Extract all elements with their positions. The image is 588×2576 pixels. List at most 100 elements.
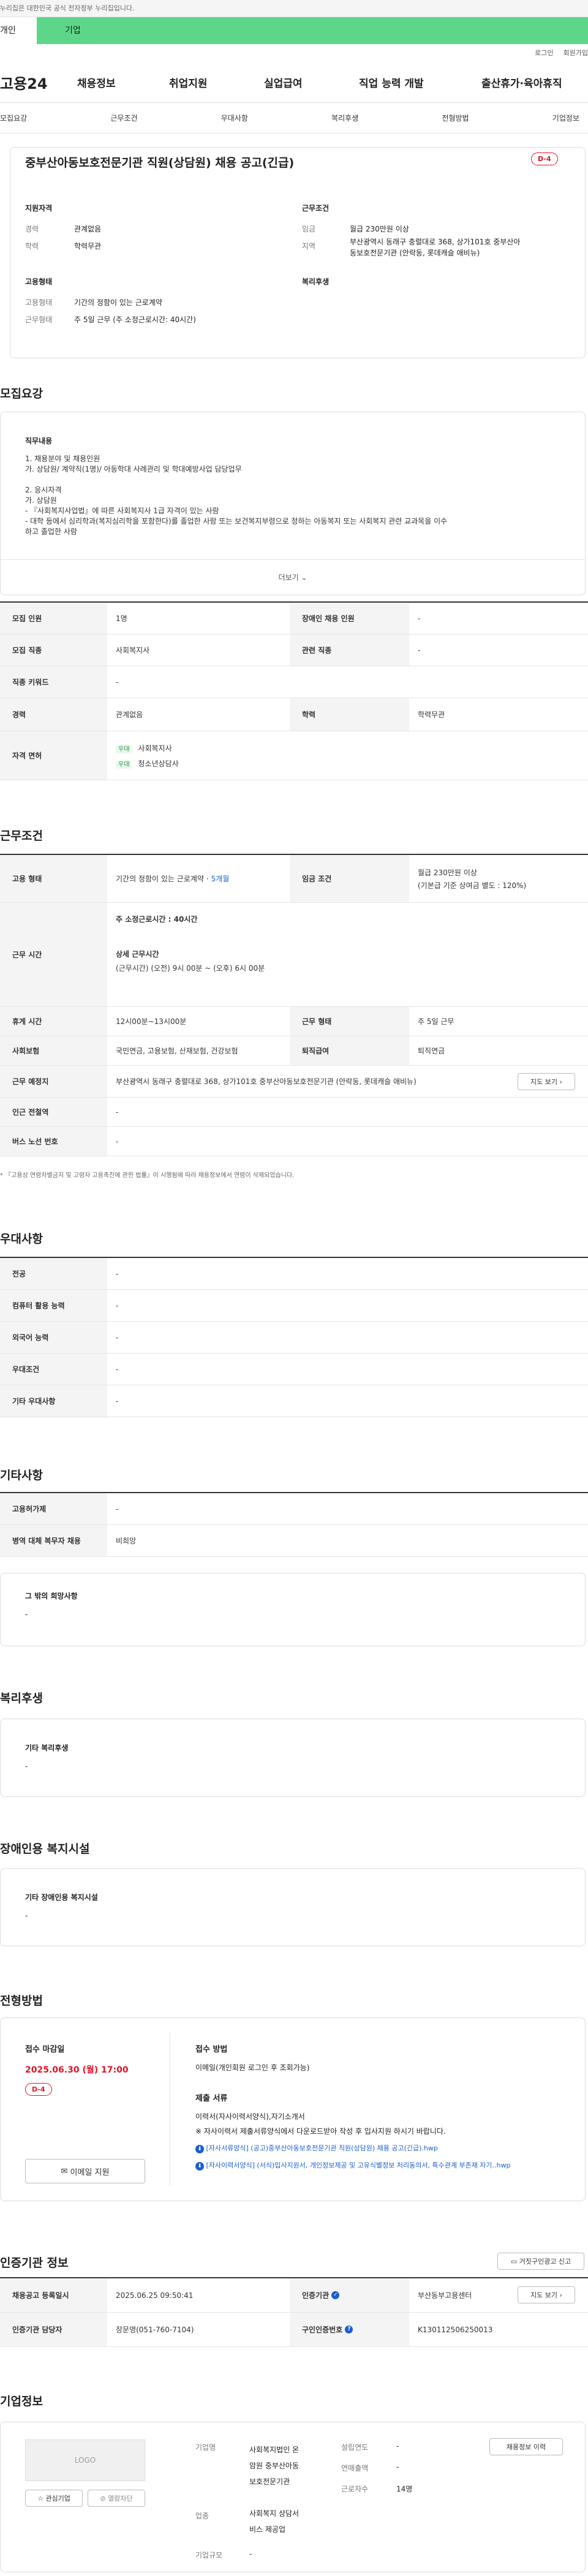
chevron-right-icon: › — [559, 1077, 562, 1086]
table-row: 고용 형태 기간의 정함이 있는 근로계약 · 5개월 임금 조건 월급 230… — [0, 855, 588, 903]
gnb-menu-benefit[interactable]: 실업급여 — [264, 75, 359, 90]
table-row: 경력 관계없음 학력 학력무관 — [0, 698, 588, 731]
cert-org-label: 인증기관 — [302, 2291, 330, 2300]
career-value: 관계없음 — [116, 710, 143, 719]
age-note: * 『고용상 연령차별금지 및 고령자 고용촉진에 관한 법률』이 시행됨에 따… — [0, 1172, 295, 1179]
snb-select[interactable]: 전형방법 — [442, 113, 469, 123]
job-history-button[interactable]: 채용정보 이력 — [489, 2438, 563, 2455]
table-row: 외국어 능력 - — [0, 1322, 588, 1354]
rest-value: 12시00분~13시00분 — [116, 1017, 187, 1026]
select-heading: 전형방법 — [0, 1994, 43, 2008]
wage-label: 임금 — [302, 225, 316, 233]
table-row: 근무 시간 주 소정근로시간 : 40시간 상세 근무시간 (근무시간) (오전… — [0, 903, 588, 1007]
more-button[interactable]: 더보기 ⌄ — [1, 559, 585, 595]
map-button[interactable]: 지도 보기 › — [518, 1073, 575, 1090]
gnb-menu-support[interactable]: 취업지원 — [169, 75, 264, 90]
pref-heading: 우대사항 — [0, 1232, 43, 1246]
snb-pref[interactable]: 우대사항 — [221, 113, 248, 123]
license-item: 우대 청소년상담사 — [116, 758, 179, 769]
reg-date-value: 2025.06.25 09:50:41 — [116, 2291, 194, 2300]
star-icon: ☆ — [37, 2494, 43, 2503]
scale-value: - — [249, 2550, 252, 2558]
snb-work[interactable]: 근무조건 — [110, 113, 137, 123]
table-row: 모집 직종 사회복지사 관련 직종 - — [0, 635, 588, 666]
founded-label: 설립연도 — [341, 2443, 369, 2452]
disabled-count-label: 장애인 채용 인원 — [290, 603, 409, 634]
duty-card: 직무내용 1. 채용분야 및 채용인원 가. 상담원/ 계약직(1명)/ 아동학… — [0, 412, 586, 595]
career-label: 경력 — [0, 698, 107, 731]
file-download-link[interactable]: ⬇ [자사서류양식] (공고)중부산아동보호전문기관 직원(상담원) 채용 공고… — [195, 2143, 438, 2153]
weekly-hours: 주 소정근로시간 : 40시간 — [116, 915, 198, 924]
report-fake-ad-button[interactable]: ▭ 거짓구인광고 신고 — [497, 2253, 584, 2270]
welfare-heading: 복리후생 — [302, 277, 330, 286]
insurance-label: 사회보험 — [0, 1036, 107, 1065]
docs-heading: 제출 서류 — [195, 2094, 228, 2103]
work-form-label: 근무 형태 — [290, 1007, 409, 1036]
area-value-line1: 부산광역시 동래구 충렬대로 368, 상가101호 중부산아 — [350, 238, 521, 246]
bus-value: - — [116, 1137, 119, 1146]
cert-manager-label: 인증기관 담당자 — [0, 2313, 107, 2346]
job-label: 모집 직종 — [0, 635, 107, 666]
tab-company[interactable]: 기업 — [37, 17, 588, 44]
disab-heading: 장애인용 복지시설 — [0, 1842, 90, 1856]
hope-card: 그 밖의 희망사항 - — [0, 1573, 586, 1646]
mail-icon: ✉ — [61, 2166, 68, 2176]
job-title: 중부산아동보호전문기관 직원(상담원) 채용 공고(긴급) — [25, 156, 295, 170]
deadline-value: 2025.06.30 (월) 17:00 — [25, 2065, 129, 2075]
chevron-down-icon: ⌄ — [301, 573, 307, 582]
table-row: 모집 인원 1명 장애인 채용 인원 - — [0, 603, 588, 635]
table-row: 고용허가제 - — [0, 1493, 588, 1525]
qual-heading: 지원자격 — [25, 204, 53, 213]
insurance-value: 국민연금, 고용보험, 산재보험, 건강보험 — [116, 1047, 238, 1055]
cert-map-button[interactable]: 지도 보기 › — [518, 2286, 575, 2303]
info-icon[interactable]: ✓ — [331, 2291, 340, 2299]
gnb-menu-jobs[interactable]: 채용정보 — [77, 75, 169, 90]
detail-hours-value: (근무시간) (오전) 9시 00분 ~ (오후) 6시 00분 — [116, 964, 265, 973]
license-label: 자격 면허 — [0, 731, 107, 780]
license-item: 우대 사회복지사 — [116, 743, 172, 753]
email-apply-button[interactable]: ✉ 이메일 지원 — [25, 2159, 145, 2183]
welfare-box-value: - — [25, 1762, 28, 1771]
gnb-menu-leave[interactable]: 출산휴가·육아휴직 — [481, 75, 562, 90]
wtype-label: 근무형태 — [25, 315, 53, 324]
snb-company[interactable]: 기업정보 — [552, 113, 579, 123]
file-download-link[interactable]: ⬇ [자사이력서양식] (서식)입사지원서, 개인정보제공 및 고유식별정보 처… — [195, 2160, 511, 2171]
hope-value: - — [25, 1610, 28, 1619]
table-row: 기타 우대사항 - — [0, 1385, 588, 1417]
gnb-menu-training[interactable]: 직업 능력 개발 — [359, 75, 481, 90]
edu-label: 학력 — [25, 242, 39, 250]
cert-org-value: 부산동부고용센터 — [418, 2291, 472, 2300]
edu-label: 학력 — [290, 698, 409, 731]
table-row: 휴게 시간 12시00분~13시00분 근무 형태 주 5일 근무 — [0, 1007, 588, 1036]
section-nav: 모집요강 근무조건 우대사항 복리후생 전형방법 기업정보 — [0, 103, 588, 134]
snb-recruit[interactable]: 모집요강 — [0, 113, 27, 123]
snb-welfare[interactable]: 복리후생 — [331, 113, 358, 123]
join-link[interactable]: 회원가입 — [564, 49, 588, 57]
favorite-company-button[interactable]: ☆ 관심기업 — [25, 2490, 83, 2507]
disab-box-value: - — [25, 1911, 28, 1920]
etype-value: 기간의 정함이 있는 근로계약 — [74, 298, 162, 307]
contract-period-link[interactable]: 5개월 — [211, 873, 230, 884]
info-icon[interactable]: ? — [345, 2326, 353, 2333]
work-form-value: 주 5일 근무 — [418, 1017, 454, 1026]
block-view-button[interactable]: ⊘ 열람차단 — [88, 2490, 145, 2507]
tab-personal[interactable]: 개인 — [0, 17, 37, 44]
wtype-value: 주 5일 근무 (주 소정근로시간: 40시간) — [74, 315, 196, 324]
bus-label: 버스 노선 번호 — [0, 1127, 107, 1156]
wage-value: 월급 230만원 이상 — [418, 868, 477, 877]
site-logo[interactable]: 고용24 — [0, 72, 77, 93]
area-value-line2: 동보호전문기관 (안락동, 롯데캐슬 애비뉴) — [350, 249, 480, 257]
block-icon: ⊘ — [100, 2494, 106, 2503]
bonus-value: (기본급 기준 상여금 별도 : 120%) — [418, 881, 527, 890]
station-value: - — [116, 1107, 119, 1117]
cond-heading: 근무조건 — [302, 204, 330, 213]
related-job-label: 관련 직종 — [290, 635, 409, 666]
table-row: 인증기관 담당자 장문영(051-760-7104) 구인인증번호 ? K130… — [0, 2313, 588, 2347]
wage-label: 임금 조건 — [290, 855, 409, 902]
career-label: 경력 — [25, 225, 39, 233]
login-link[interactable]: 로그인 — [535, 49, 553, 57]
table-row: 직종 키워드 - — [0, 666, 588, 698]
table-row: 인근 전철역 - — [0, 1098, 588, 1127]
wage-value: 월급 230만원 이상 — [350, 225, 409, 233]
method-heading: 접수 방법 — [195, 2045, 228, 2054]
